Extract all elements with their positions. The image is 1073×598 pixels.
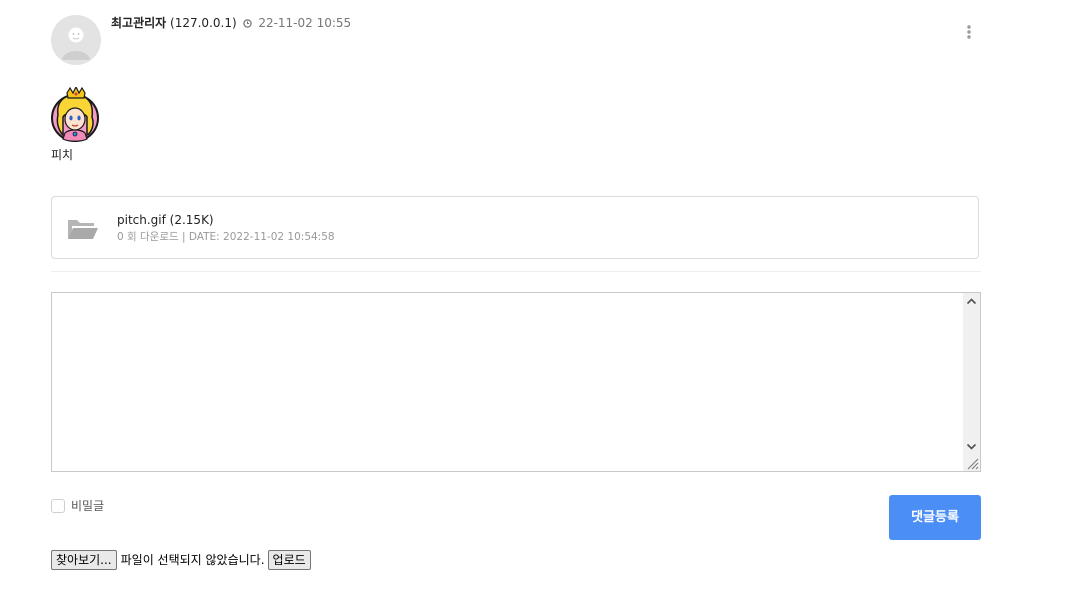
comment-view: 최고관리자 (127.0.0.1) 22-11-02 10:55 피치 pitc… bbox=[0, 0, 1073, 598]
author-name[interactable]: 최고관리자 bbox=[111, 16, 166, 30]
submit-comment-button[interactable]: 댓글등록 bbox=[889, 495, 981, 540]
secret-label[interactable]: 비밀글 bbox=[71, 498, 104, 514]
scroll-up-button[interactable] bbox=[963, 293, 980, 310]
chevron-down-icon bbox=[966, 443, 977, 450]
folder-open-icon bbox=[68, 220, 98, 239]
comment-textarea[interactable] bbox=[51, 292, 981, 472]
textarea-scrollbar[interactable] bbox=[963, 293, 980, 471]
attachment-info: 0 회 다운로드 | DATE: 2022-11-02 10:54:58 bbox=[117, 231, 335, 243]
file-upload-row: 찾아보기... 파일이 선택되지 않았습니다. 업로드 bbox=[51, 550, 311, 572]
scroll-down-button[interactable] bbox=[963, 438, 980, 455]
browse-file-button[interactable]: 찾아보기... bbox=[51, 550, 117, 570]
vertical-dots-icon bbox=[967, 25, 971, 39]
divider bbox=[51, 271, 981, 272]
author-ip: (127.0.0.1) bbox=[170, 16, 237, 30]
attachment-filename[interactable]: pitch.gif (2.15K) bbox=[117, 213, 214, 228]
post-date: 22-11-02 10:55 bbox=[258, 16, 352, 30]
comment-image bbox=[51, 85, 101, 143]
comment-meta: 최고관리자 (127.0.0.1) 22-11-02 10:55 bbox=[111, 15, 351, 31]
chevron-up-icon bbox=[966, 298, 977, 305]
upload-button[interactable]: 업로드 bbox=[267, 550, 311, 570]
no-file-text: 파일이 선택되지 않았습니다. bbox=[120, 553, 265, 567]
avatar bbox=[51, 15, 101, 65]
peach-character-image bbox=[51, 85, 99, 142]
user-silhouette-icon bbox=[51, 15, 101, 65]
comment-caption: 피치 bbox=[51, 148, 74, 162]
more-options-button[interactable] bbox=[962, 22, 976, 42]
clock-icon bbox=[243, 19, 253, 28]
secret-checkbox[interactable] bbox=[51, 499, 65, 513]
resize-grip-icon[interactable] bbox=[966, 457, 979, 470]
attachment-box[interactable]: pitch.gif (2.15K) 0 회 다운로드 | DATE: 2022-… bbox=[51, 196, 979, 259]
